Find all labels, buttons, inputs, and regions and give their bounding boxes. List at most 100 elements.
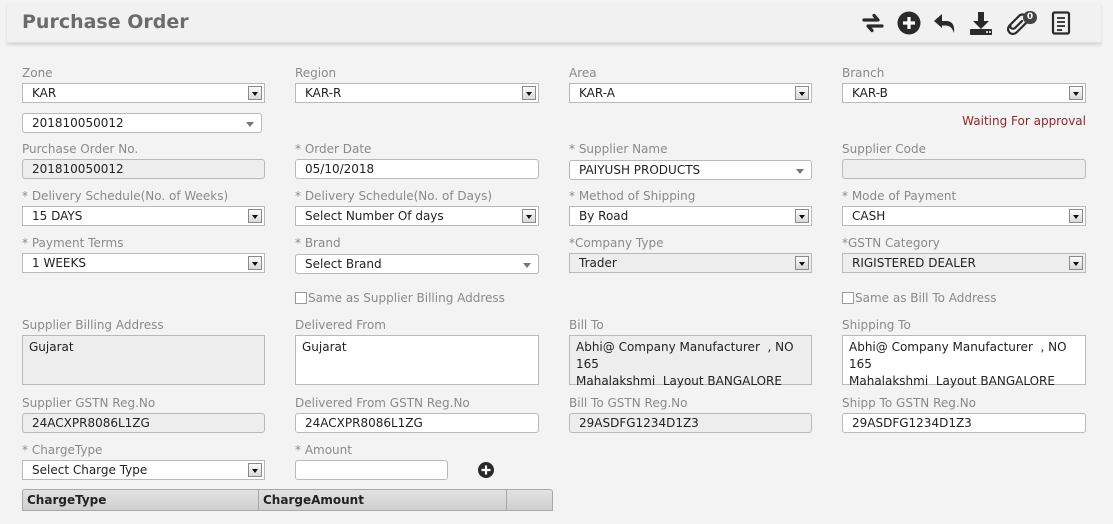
charge-type-value: Select Charge Type bbox=[32, 463, 148, 477]
company-type-select[interactable]: Trader bbox=[569, 253, 812, 273]
region-value: KAR-R bbox=[305, 86, 342, 100]
ship-to-gstn-value: 29ASDFG1234D1Z3 bbox=[852, 416, 972, 430]
chevron-down-icon bbox=[522, 209, 536, 223]
charges-table-header: ChargeType ChargeAmount bbox=[22, 489, 553, 511]
supplier-name-select[interactable]: PAIYUSH PRODUCTS bbox=[569, 160, 812, 180]
attachment-icon[interactable]: 0 bbox=[1003, 9, 1037, 37]
caret-down-icon bbox=[246, 122, 254, 127]
po-no-label: Purchase Order No. bbox=[22, 142, 139, 156]
gstn-category-label: *GSTN Category bbox=[842, 236, 940, 250]
page-title: Purchase Order bbox=[22, 11, 189, 33]
chevron-down-icon bbox=[795, 86, 809, 100]
company-type-label: *Company Type bbox=[569, 236, 664, 250]
supplier-name-value: PAIYUSH PRODUCTS bbox=[579, 163, 701, 177]
refresh-icon[interactable] bbox=[859, 9, 887, 37]
area-value: KAR-A bbox=[579, 86, 615, 100]
shipping-method-label: * Method of Shipping bbox=[569, 189, 696, 203]
delivery-days-select[interactable]: Select Number Of days bbox=[295, 206, 539, 226]
checkbox-box[interactable] bbox=[295, 292, 307, 304]
same-as-supplier-checkbox[interactable]: Same as Supplier Billing Address bbox=[295, 291, 505, 305]
chevron-down-icon bbox=[795, 209, 809, 223]
gstn-category-select[interactable]: RIGISTERED DEALER bbox=[842, 253, 1086, 273]
chevron-down-icon bbox=[1069, 256, 1083, 270]
page-header: Purchase Order 0 bbox=[7, 3, 1101, 43]
delivered-from-gstn-label: Delivered From GSTN Reg.No bbox=[295, 396, 470, 410]
region-select[interactable]: KAR-R bbox=[295, 83, 539, 103]
supplier-gstn-field: 24ACXPR8086L1ZG bbox=[22, 413, 265, 433]
po-no-field: 201810050012 bbox=[22, 159, 265, 179]
brand-value: Select Brand bbox=[305, 257, 382, 271]
same-as-supplier-label: Same as Supplier Billing Address bbox=[308, 291, 505, 305]
delivered-from-field[interactable]: Gujarat bbox=[295, 335, 539, 385]
area-select[interactable]: KAR-A bbox=[569, 83, 812, 103]
chevron-down-icon bbox=[1069, 86, 1083, 100]
order-date-label: * Order Date bbox=[295, 142, 372, 156]
bill-to-field: Abhi@ Company Manufacturer , NO 165 Maha… bbox=[569, 335, 812, 388]
po-number-select[interactable]: 201810050012 bbox=[22, 113, 262, 133]
amount-field[interactable] bbox=[295, 460, 448, 480]
bill-to-gstn-label: Bill To GSTN Reg.No bbox=[569, 396, 688, 410]
shipping-method-select[interactable]: By Road bbox=[569, 206, 812, 226]
zone-select[interactable]: KAR bbox=[22, 83, 265, 103]
payment-mode-select[interactable]: CASH bbox=[842, 206, 1086, 226]
same-as-bill-to-checkbox[interactable]: Same as Bill To Address bbox=[842, 291, 997, 305]
brand-select[interactable]: Select Brand bbox=[295, 254, 539, 274]
supplier-billing-address-field: Gujarat bbox=[22, 335, 265, 385]
amount-label: * Amount bbox=[295, 443, 352, 457]
chevron-down-icon bbox=[1069, 209, 1083, 223]
checkbox-box[interactable] bbox=[842, 292, 854, 304]
document-list-icon[interactable] bbox=[1047, 9, 1075, 37]
po-no-value: 201810050012 bbox=[32, 162, 124, 176]
same-as-bill-to-label: Same as Bill To Address bbox=[855, 291, 997, 305]
supplier-gstn-label: Supplier GSTN Reg.No bbox=[22, 396, 156, 410]
supplier-code-label: Supplier Code bbox=[842, 142, 926, 156]
brand-label: * Brand bbox=[295, 236, 341, 250]
chevron-down-icon bbox=[248, 463, 262, 477]
column-actions bbox=[507, 490, 552, 511]
charge-type-select[interactable]: Select Charge Type bbox=[22, 460, 265, 480]
company-type-value: Trader bbox=[579, 256, 617, 270]
delivery-weeks-value: 15 DAYS bbox=[32, 209, 83, 223]
order-date-field[interactable]: 05/10/2018 bbox=[295, 159, 539, 179]
attachment-count-badge: 0 bbox=[1023, 11, 1037, 24]
shipping-method-value: By Road bbox=[579, 209, 629, 223]
delivery-days-value: Select Number Of days bbox=[305, 209, 444, 223]
bill-to-gstn-value: 29ASDFG1234D1Z3 bbox=[579, 416, 699, 430]
add-circle-icon[interactable] bbox=[895, 9, 923, 37]
delivery-weeks-select[interactable]: 15 DAYS bbox=[22, 206, 265, 226]
region-label: Region bbox=[295, 66, 337, 80]
payment-terms-select[interactable]: 1 WEEKS bbox=[22, 253, 265, 273]
delivery-days-label: * Delivery Schedule(No. of Days) bbox=[295, 189, 493, 203]
branch-select[interactable]: KAR-B bbox=[842, 83, 1086, 103]
delivery-weeks-label: * Delivery Schedule(No. of Weeks) bbox=[22, 189, 229, 203]
branch-label: Branch bbox=[842, 66, 885, 80]
chevron-down-icon bbox=[522, 86, 536, 100]
column-charge-amount[interactable]: ChargeAmount bbox=[259, 490, 507, 511]
supplier-billing-address-label: Supplier Billing Address bbox=[22, 318, 164, 332]
delivered-from-gstn-field[interactable]: 24ACXPR8086L1ZG bbox=[295, 413, 539, 433]
supplier-name-label: * Supplier Name bbox=[569, 142, 668, 156]
shipping-to-label: Shipping To bbox=[842, 318, 911, 332]
add-charge-icon[interactable] bbox=[477, 461, 495, 479]
chevron-down-icon bbox=[795, 256, 809, 270]
caret-down-icon bbox=[796, 169, 804, 174]
payment-mode-value: CASH bbox=[852, 209, 886, 223]
delivered-from-gstn-value: 24ACXPR8086L1ZG bbox=[305, 416, 423, 430]
toolbar: 0 bbox=[859, 9, 1089, 37]
download-icon[interactable] bbox=[967, 9, 995, 37]
column-charge-type[interactable]: ChargeType bbox=[23, 490, 259, 511]
shipping-to-field[interactable]: Abhi@ Company Manufacturer , NO 165 Maha… bbox=[842, 335, 1086, 388]
ship-to-gstn-field[interactable]: 29ASDFG1234D1Z3 bbox=[842, 413, 1086, 433]
payment-mode-label: * Mode of Payment bbox=[842, 189, 957, 203]
branch-value: KAR-B bbox=[852, 86, 888, 100]
area-label: Area bbox=[569, 66, 597, 80]
chevron-down-icon bbox=[248, 86, 262, 100]
bill-to-gstn-field: 29ASDFG1234D1Z3 bbox=[569, 413, 812, 433]
delivered-from-label: Delivered From bbox=[295, 318, 386, 332]
bill-to-label: Bill To bbox=[569, 318, 604, 332]
ship-to-gstn-label: Shipp To GSTN Reg.No bbox=[842, 396, 977, 410]
zone-value: KAR bbox=[32, 86, 57, 100]
chevron-down-icon bbox=[248, 256, 262, 270]
payment-terms-value: 1 WEEKS bbox=[32, 256, 86, 270]
back-icon[interactable] bbox=[931, 9, 959, 37]
